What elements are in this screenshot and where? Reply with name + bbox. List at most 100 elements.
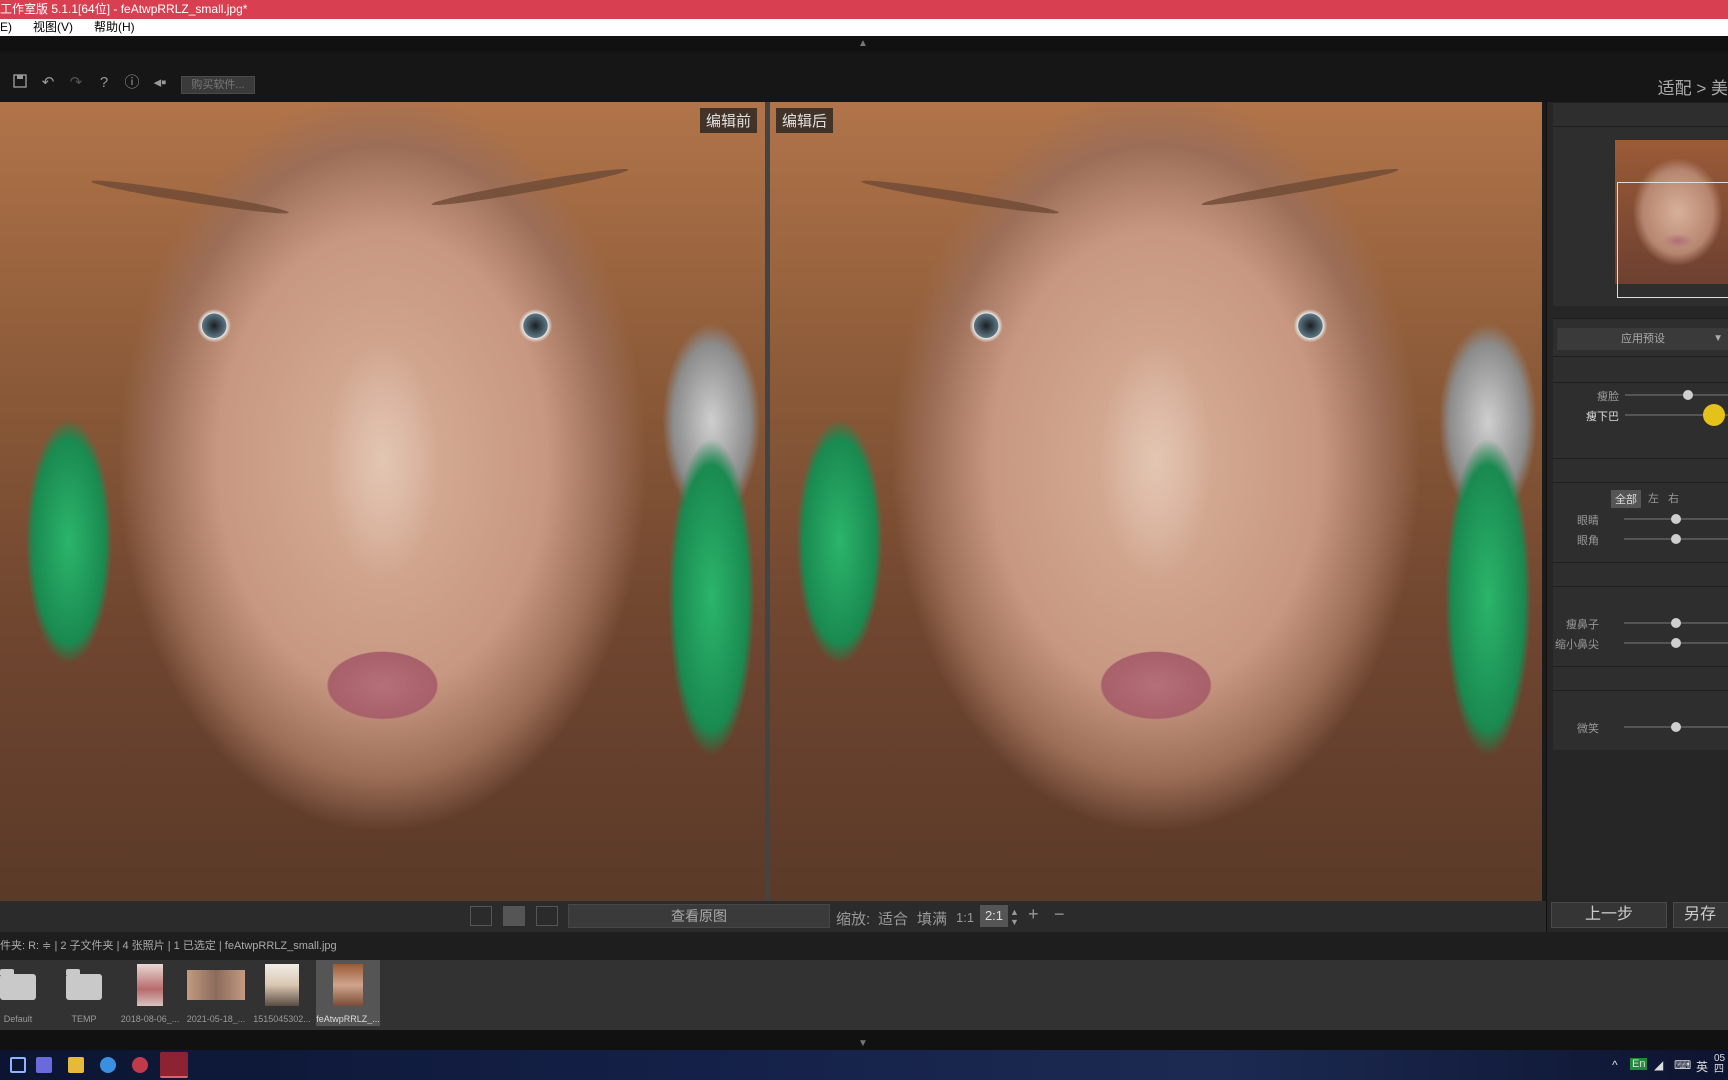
undo-icon[interactable]: ↶ — [39, 74, 57, 92]
slider-knob[interactable] — [1671, 638, 1681, 648]
network-icon[interactable]: ◢ — [1654, 1058, 1663, 1072]
zoom-fill-button[interactable]: 填满 — [917, 908, 947, 929]
slider-nose-tip[interactable] — [1624, 638, 1728, 648]
input-method-app-icon[interactable] — [36, 1057, 52, 1073]
zoom-in-button[interactable]: + — [1028, 904, 1039, 925]
ime-indicator[interactable]: En — [1630, 1058, 1648, 1070]
split-horizontal-view-button[interactable] — [536, 906, 558, 926]
slider-label-slim-nose: 瘦鼻子 — [1566, 619, 1599, 631]
slider-slim-face[interactable] — [1625, 390, 1728, 400]
portrait-app-icon[interactable] — [160, 1052, 188, 1078]
folder-icon — [66, 969, 102, 1000]
slider-slim-chin[interactable] — [1625, 404, 1728, 426]
mouth-section-header — [1553, 666, 1728, 690]
face-section-header — [1553, 356, 1728, 382]
filmstrip-label: feAtwpRRLZ_... — [316, 1014, 380, 1024]
slider-label-slim-chin: 瘦下巴 — [1586, 411, 1619, 423]
redo-icon[interactable]: ↷ — [67, 74, 85, 92]
zoom-1to1-button[interactable]: 1:1 — [956, 910, 974, 925]
slider-eye-corner[interactable] — [1624, 534, 1728, 544]
filmstrip-photo[interactable]: 1515045302... — [252, 960, 312, 1026]
file-explorer-icon[interactable] — [68, 1057, 84, 1073]
slider-knob[interactable] — [1671, 514, 1681, 524]
eye-segment-right[interactable]: 右 — [1668, 490, 1679, 506]
photo-thumbnail — [333, 964, 363, 1006]
slider-label-smile: 微笑 — [1577, 723, 1599, 735]
single-view-button[interactable] — [470, 906, 492, 926]
filmstrip-photo[interactable]: 2018-08-06_... — [120, 960, 180, 1026]
slider-knob[interactable] — [1671, 722, 1681, 732]
info-icon[interactable]: ⓘ — [123, 74, 141, 92]
after-image-panel[interactable]: 编辑后 — [770, 102, 1542, 901]
eye-segment-left[interactable]: 左 — [1648, 490, 1659, 506]
slider-label-eyes: 眼睛 — [1577, 515, 1599, 527]
slider-knob[interactable] — [1671, 534, 1681, 544]
slider-slim-nose[interactable] — [1624, 618, 1728, 628]
view-original-button[interactable]: 查看原图 — [568, 904, 830, 928]
split-vertical-view-button[interactable] — [503, 906, 525, 926]
workflow-breadcrumb: 适配 > 美 — [1657, 79, 1728, 98]
nose-section-header — [1553, 562, 1728, 586]
left-eyebrow — [90, 176, 290, 218]
clock-time: 05 — [1714, 1053, 1726, 1064]
window-title-bar: 工作室版 5.1.1[64位] - feAtwpRRLZ_small.jpg* — [0, 0, 1728, 19]
navigator-viewport-rect[interactable] — [1617, 182, 1728, 298]
eyes-section-header — [1553, 458, 1728, 482]
slider-label-slim-face: 瘦脸 — [1597, 391, 1619, 403]
toolbar — [0, 52, 1728, 102]
zoom-2to1-button[interactable]: 2:1 — [980, 905, 1008, 927]
slider-smile[interactable] — [1624, 722, 1728, 732]
filmstrip-label: 2018-08-06_... — [120, 1014, 180, 1024]
clock[interactable]: 05 四 — [1714, 1053, 1725, 1075]
zoom-out-button[interactable]: − — [1054, 904, 1065, 925]
buy-software-button[interactable]: 购买软件... — [181, 76, 255, 94]
folder-icon — [0, 969, 36, 1000]
filmstrip-photo[interactable]: 2021-05-18_... — [186, 960, 246, 1026]
filmstrip-label: 1515045302... — [253, 1014, 311, 1024]
filmstrip-label: 2021-05-18_... — [186, 1014, 246, 1024]
slider-label-eye-corner: 眼角 — [1577, 535, 1599, 547]
photo-thumbnail — [265, 964, 299, 1006]
right-eyebrow — [1200, 164, 1400, 210]
help-icon[interactable]: ? — [95, 74, 113, 92]
slider-knob-active[interactable] — [1702, 404, 1725, 426]
before-image-panel[interactable]: 编辑前 — [0, 102, 765, 901]
zoom-stepper-icon[interactable]: ▲ ▼ — [1010, 907, 1019, 927]
collapse-top-icon[interactable]: ▲ — [858, 38, 868, 49]
left-eyebrow — [860, 176, 1060, 218]
eye-segment-all[interactable]: 全部 — [1611, 490, 1641, 508]
menu-bar: E) 视图(V) 帮助(H) — [0, 19, 1728, 36]
panel-header — [1553, 102, 1728, 126]
window-title: 工作室版 5.1.1[64位] - feAtwpRRLZ_small.jpg* — [0, 2, 248, 16]
dropdown-arrow-icon: ▼ — [1713, 333, 1723, 344]
task-view-icon[interactable] — [10, 1057, 26, 1073]
keyboard-icon[interactable]: ⌨ — [1674, 1058, 1691, 1072]
slider-knob[interactable] — [1671, 618, 1681, 628]
language-indicator[interactable]: 英 — [1696, 1058, 1708, 1075]
menu-view[interactable]: 视图(V) — [33, 19, 73, 36]
status-text: 件夹: R: ≑ | 2 子文件夹 | 4 张照片 | 1 已选定 | feAt… — [0, 940, 337, 952]
filmstrip-folder[interactable]: TEMP — [60, 960, 108, 1026]
apply-preset-dropdown[interactable]: 应用预设 ▼ — [1557, 328, 1728, 350]
menu-edit[interactable]: E) — [0, 19, 12, 36]
save-as-button[interactable]: 另存 — [1673, 902, 1728, 928]
preset-label: 应用预设 — [1621, 333, 1665, 345]
collapse-bottom-icon[interactable]: ▼ — [858, 1038, 868, 1049]
previous-step-button[interactable]: 上一步 — [1551, 902, 1667, 928]
zoom-label: 缩放: — [836, 911, 871, 928]
browser-icon[interactable] — [100, 1057, 116, 1073]
tray-expand-icon[interactable]: ^ — [1612, 1058, 1618, 1072]
compare-icon[interactable]: ◂▪ — [151, 74, 169, 92]
zoom-fit-button[interactable]: 适合 — [878, 908, 908, 929]
filmstrip-label: Default — [3, 1014, 33, 1024]
after-label: 编辑后 — [776, 108, 834, 133]
screen-recorder-icon[interactable] — [132, 1057, 148, 1073]
photo-thumbnail — [187, 970, 245, 1000]
filmstrip-photo-selected[interactable]: feAtwpRRLZ_... — [316, 960, 380, 1026]
save-icon[interactable] — [11, 74, 29, 92]
filmstrip-folder[interactable]: Default — [0, 960, 36, 1026]
clock-day: 四 — [1714, 1064, 1724, 1075]
after-photo — [770, 102, 1542, 901]
slider-eyes[interactable] — [1624, 514, 1728, 524]
menu-help[interactable]: 帮助(H) — [94, 19, 135, 36]
